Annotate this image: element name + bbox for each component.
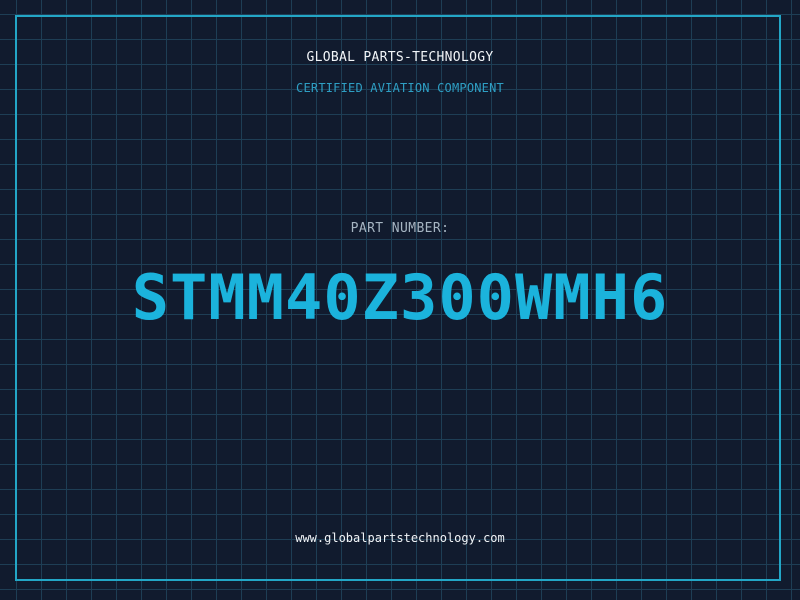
website-url: www.globalpartstechnology.com: [295, 531, 505, 545]
company-name: GLOBAL PARTS-TECHNOLOGY: [306, 50, 494, 65]
part-card: GLOBAL PARTS-TECHNOLOGY CERTIFIED AVIATI…: [0, 0, 800, 600]
part-number-value: STMM40Z300WMH6: [131, 261, 669, 334]
certification-subtitle: CERTIFIED AVIATION COMPONENT: [296, 81, 504, 95]
part-number-label: PART NUMBER:: [350, 221, 450, 236]
